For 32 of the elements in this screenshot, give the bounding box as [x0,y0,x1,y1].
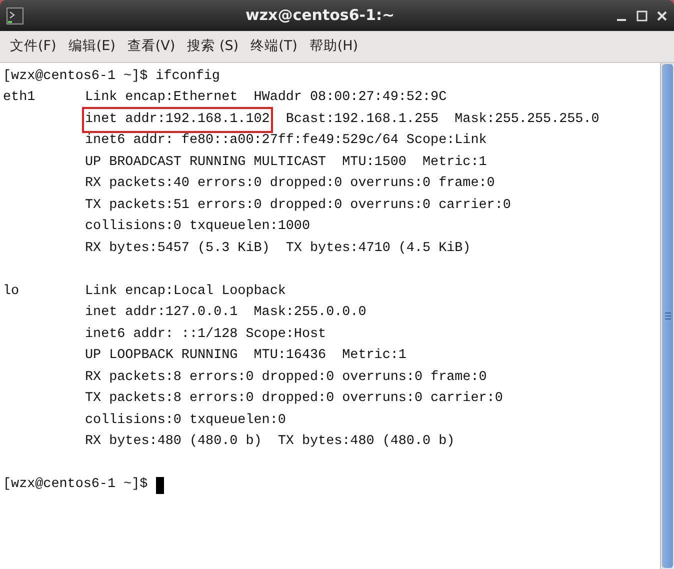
output-text: Bcast:192.168.1.255 Mask:255.255.255.0 [284,110,600,129]
highlighted-text: inet addr:192.168.1.102 [85,110,270,130]
interface-name: lo [3,282,20,301]
menu-item[interactable]: 文件(F) [4,34,62,59]
prompt-line: [wzx@centos6-1 ~]$ ifconfig [3,68,220,86]
menu-item[interactable]: 终端(T) [244,34,304,59]
output-text: collisions:0 txqueuelen:1000 [85,218,310,236]
output-text: Link encap:Local Loopback [85,282,286,301]
output-text: inet addr:127.0.0.1 Mask:255.0.0.0 [85,304,366,322]
interface-name: eth1 [3,89,36,108]
output-text: TX packets:51 errors:0 dropped:0 overruns:0 carrier:0 [85,196,511,215]
menu-item[interactable]: 帮助(H) [303,34,364,59]
window-title: wzx@centos6-1:~ [244,5,396,26]
output-text: UP BROADCAST RUNNING MULTICAST MTU:1500 Metric:1 [85,154,487,172]
output-text: TX packets:8 errors:0 dropped:0 overruns:0 carrier:0 [85,390,503,408]
terminal-icon [6,6,24,24]
close-icon[interactable] [656,10,668,22]
output-text: RX packets:40 errors:0 dropped:0 overruns:0 frame:0 [85,175,495,194]
menu-item[interactable]: 编辑(E) [62,34,122,59]
output-text: RX bytes:5457 (5.3 KiB) TX bytes:4710 (4.5 KiB) [85,240,471,258]
output-text: RX bytes:480 (480.0 b) TX bytes:480 (480.0 b) [85,433,455,452]
maximize-icon[interactable] [636,10,648,22]
menu-item[interactable]: 搜索 (S) [181,34,245,59]
menu-item[interactable]: 查看(V) [121,34,182,59]
output-text: RX packets:8 errors:0 dropped:0 overruns:0 frame:0 [85,368,487,387]
output-text: Link encap:Ethernet HWaddr 08:00:27:49:52:9C [85,89,447,108]
output-text: UP LOOPBACK RUNNING MTU:16436 Metric:1 [85,347,406,366]
output-text: collisions:0 txqueuelen:0 [85,412,286,430]
prompt-line: [wzx@centos6-1 ~]$ [3,476,148,494]
scrollbar-thumb[interactable] [662,64,673,568]
output-text: inet6 addr: fe80::a00:27ff:fe49:529c/64 Scope:Link [85,132,487,150]
output-text: inet6 addr: ::1/128 Scope:Host [85,326,326,344]
